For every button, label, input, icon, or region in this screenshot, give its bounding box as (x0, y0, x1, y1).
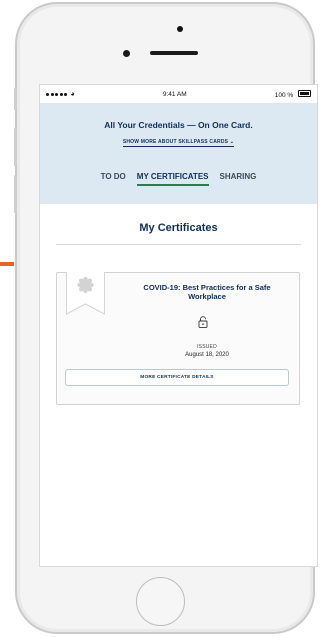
wifi-icon: ◕ (70, 90, 75, 98)
tab-sharing[interactable]: SHARING (220, 172, 257, 186)
lock-icon (198, 316, 208, 328)
front-camera-icon (177, 26, 183, 32)
status-time: 9:41 AM (162, 90, 187, 98)
status-bar: ◕ 9:41 AM 100 % (40, 85, 317, 103)
signal-icon: ◕ (46, 91, 75, 98)
certificate-ribbon-icon (66, 272, 105, 315)
chevron-down-icon: ⌄ (229, 139, 235, 145)
battery-percent: 100 % (274, 91, 294, 99)
page-title: My Certificates (139, 222, 218, 234)
more-certificate-details-button[interactable]: MORE CERTIFICATE DETAILS (65, 369, 289, 386)
phone-screen: ◕ 9:41 AM 100 % All Your Credentials — O… (39, 84, 318, 567)
orange-accent-line (0, 262, 14, 266)
banner-title: All Your Credentials — On One Card. (104, 120, 253, 130)
battery-status: 100 % (274, 89, 311, 99)
certificate-card: COVID-19: Best Practices for a Safe Work… (56, 272, 300, 405)
show-more-label: SHOW MORE ABOUT SKILLPASS CARDS (122, 139, 229, 145)
battery-icon (298, 89, 311, 97)
phone-side-button (14, 128, 17, 166)
divider (56, 244, 301, 245)
tab-my-certificates[interactable]: MY CERTIFICATES (136, 172, 209, 186)
issued-date: August 18, 2020 (185, 352, 229, 358)
sensor-icon (123, 50, 130, 57)
issued-status: ISSUED (197, 344, 217, 350)
tab-bar: TO DO MY CERTIFICATES SHARING (40, 172, 317, 186)
phone-side-button (14, 175, 17, 213)
credentials-banner: All Your Credentials — On One Card. SHOW… (40, 103, 317, 204)
earpiece-speaker (150, 51, 198, 55)
tab-todo[interactable]: TO DO (101, 172, 126, 186)
home-button[interactable] (136, 577, 185, 626)
phone-side-button (14, 88, 17, 110)
show-more-link[interactable]: SHOW MORE ABOUT SKILLPASS CARDS ⌄ (122, 139, 235, 147)
certificate-title: COVID-19: Best Practices for a Safe Work… (143, 283, 271, 301)
